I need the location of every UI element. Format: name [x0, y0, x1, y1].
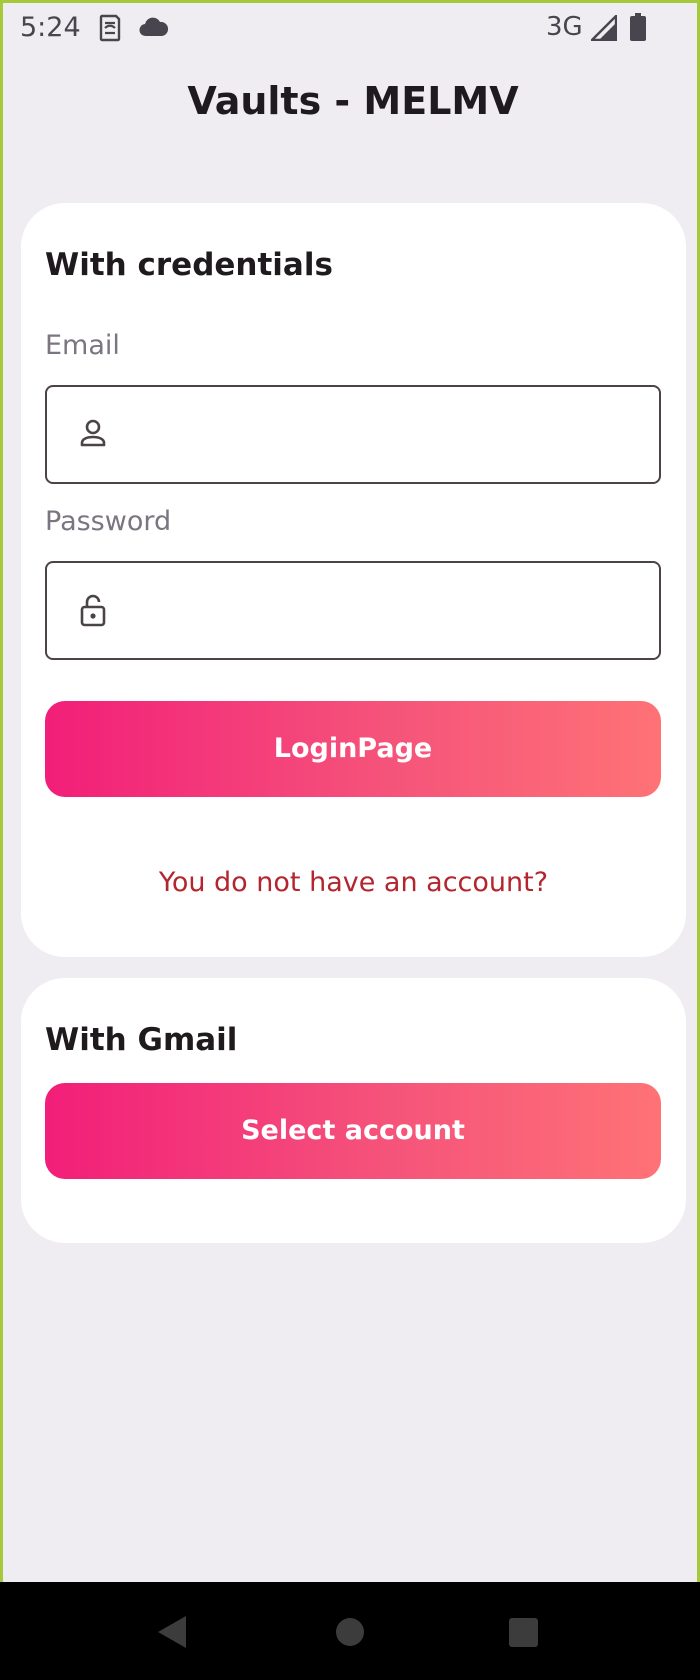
- back-icon[interactable]: [122, 1582, 222, 1680]
- home-icon[interactable]: [300, 1582, 400, 1680]
- email-input[interactable]: [127, 387, 651, 484]
- navigation-bar: [0, 1582, 700, 1680]
- battery-icon: [630, 13, 646, 41]
- email-label: Email: [45, 330, 120, 361]
- login-button[interactable]: LoginPage: [45, 701, 661, 797]
- sim-card-icon: [99, 14, 121, 42]
- page-title: Vaults - MELMV: [187, 79, 519, 123]
- select-account-button[interactable]: Select account: [45, 1083, 661, 1179]
- password-label: Password: [45, 506, 172, 537]
- signal-icon: [591, 15, 617, 41]
- password-input[interactable]: [127, 563, 651, 660]
- gmail-card: With Gmail Select account: [21, 978, 686, 1243]
- password-field[interactable]: [45, 561, 661, 660]
- email-field[interactable]: [45, 385, 661, 484]
- network-type: 3G: [546, 12, 583, 42]
- status-time: 5:24: [20, 12, 81, 43]
- gmail-heading: With Gmail: [45, 1022, 238, 1058]
- cloud-icon: [139, 17, 169, 37]
- credentials-heading: With credentials: [45, 247, 333, 283]
- credentials-card: With credentials Email Password LoginPag…: [21, 203, 686, 957]
- register-link[interactable]: You do not have an account?: [21, 867, 686, 898]
- lock-icon: [80, 594, 106, 627]
- person-icon: [80, 419, 106, 447]
- app-frame: 5:24 3G Vaults - MELMV With credentials …: [0, 0, 700, 1582]
- recents-icon[interactable]: [473, 1582, 573, 1680]
- status-bar: 5:24 3G: [3, 3, 700, 55]
